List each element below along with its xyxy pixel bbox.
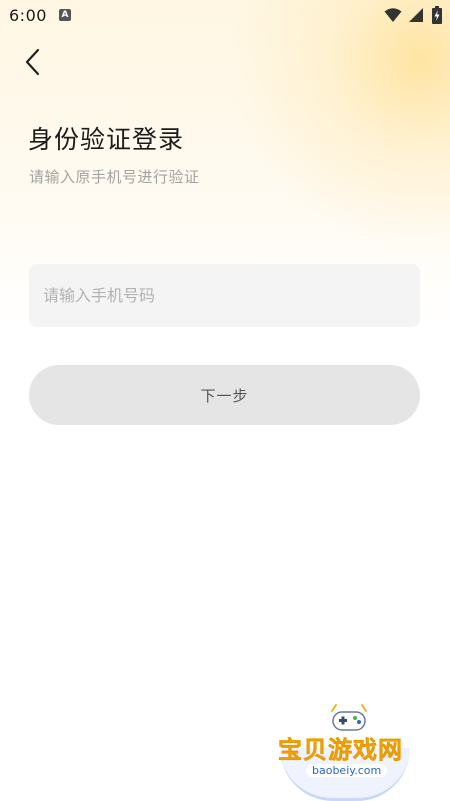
phone-number-input[interactable] [29,264,420,327]
status-time: 6:00 [9,6,47,25]
page-subtitle: 请输入原手机号进行验证 [29,168,200,186]
notification-app-icon: A [59,9,71,21]
status-bar: 6:00 A [0,0,450,32]
wifi-icon [384,8,402,22]
back-button[interactable] [16,44,52,80]
site-watermark: 宝贝游戏网 baobeiy.com [270,700,430,801]
signal-icon [409,8,423,22]
battery-charging-icon [432,6,442,24]
watermark-brand: 宝贝游戏网 [278,736,403,765]
watermark-domain: baobeiy.com [306,764,388,777]
chevron-left-icon [25,48,40,76]
next-step-button[interactable]: 下一步 [29,365,420,425]
page-title: 身份验证登录 [28,125,185,154]
